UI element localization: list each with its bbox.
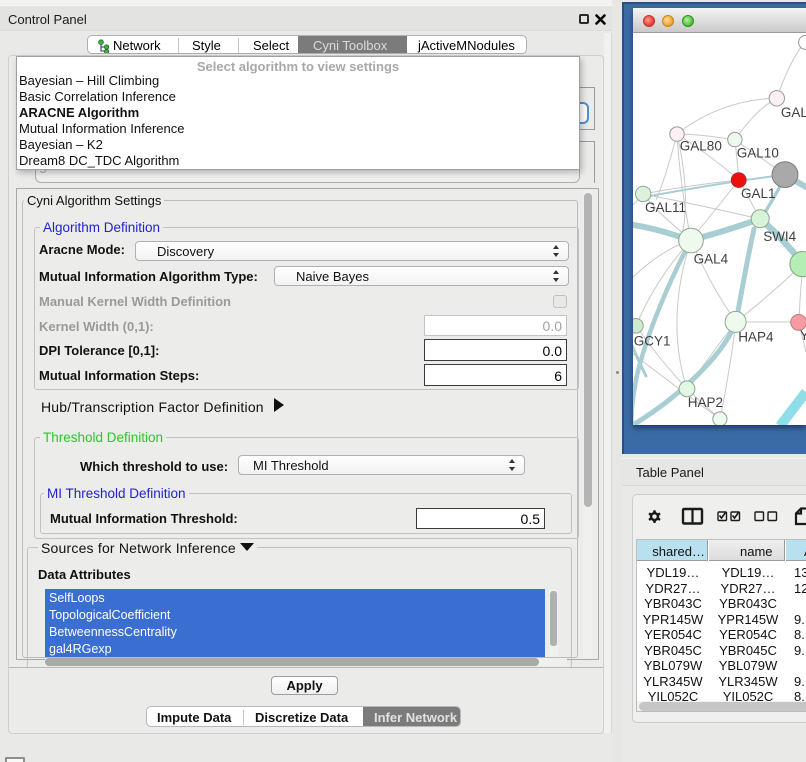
svg-text:GAL80: GAL80 <box>680 138 722 153</box>
svg-text:GAL1: GAL1 <box>741 186 776 201</box>
svg-text:GAL4: GAL4 <box>694 252 729 267</box>
svg-text:HAP2: HAP2 <box>688 395 723 410</box>
svg-text:GCY1: GCY1 <box>634 334 671 349</box>
svg-text:GAL: GAL <box>781 105 806 120</box>
svg-text:HAP4: HAP4 <box>738 330 774 345</box>
svg-text:Y: Y <box>800 328 806 343</box>
svg-text:GAL11: GAL11 <box>645 200 686 215</box>
svg-text:GAL10: GAL10 <box>737 145 779 160</box>
svg-text:SWI4: SWI4 <box>763 229 796 244</box>
